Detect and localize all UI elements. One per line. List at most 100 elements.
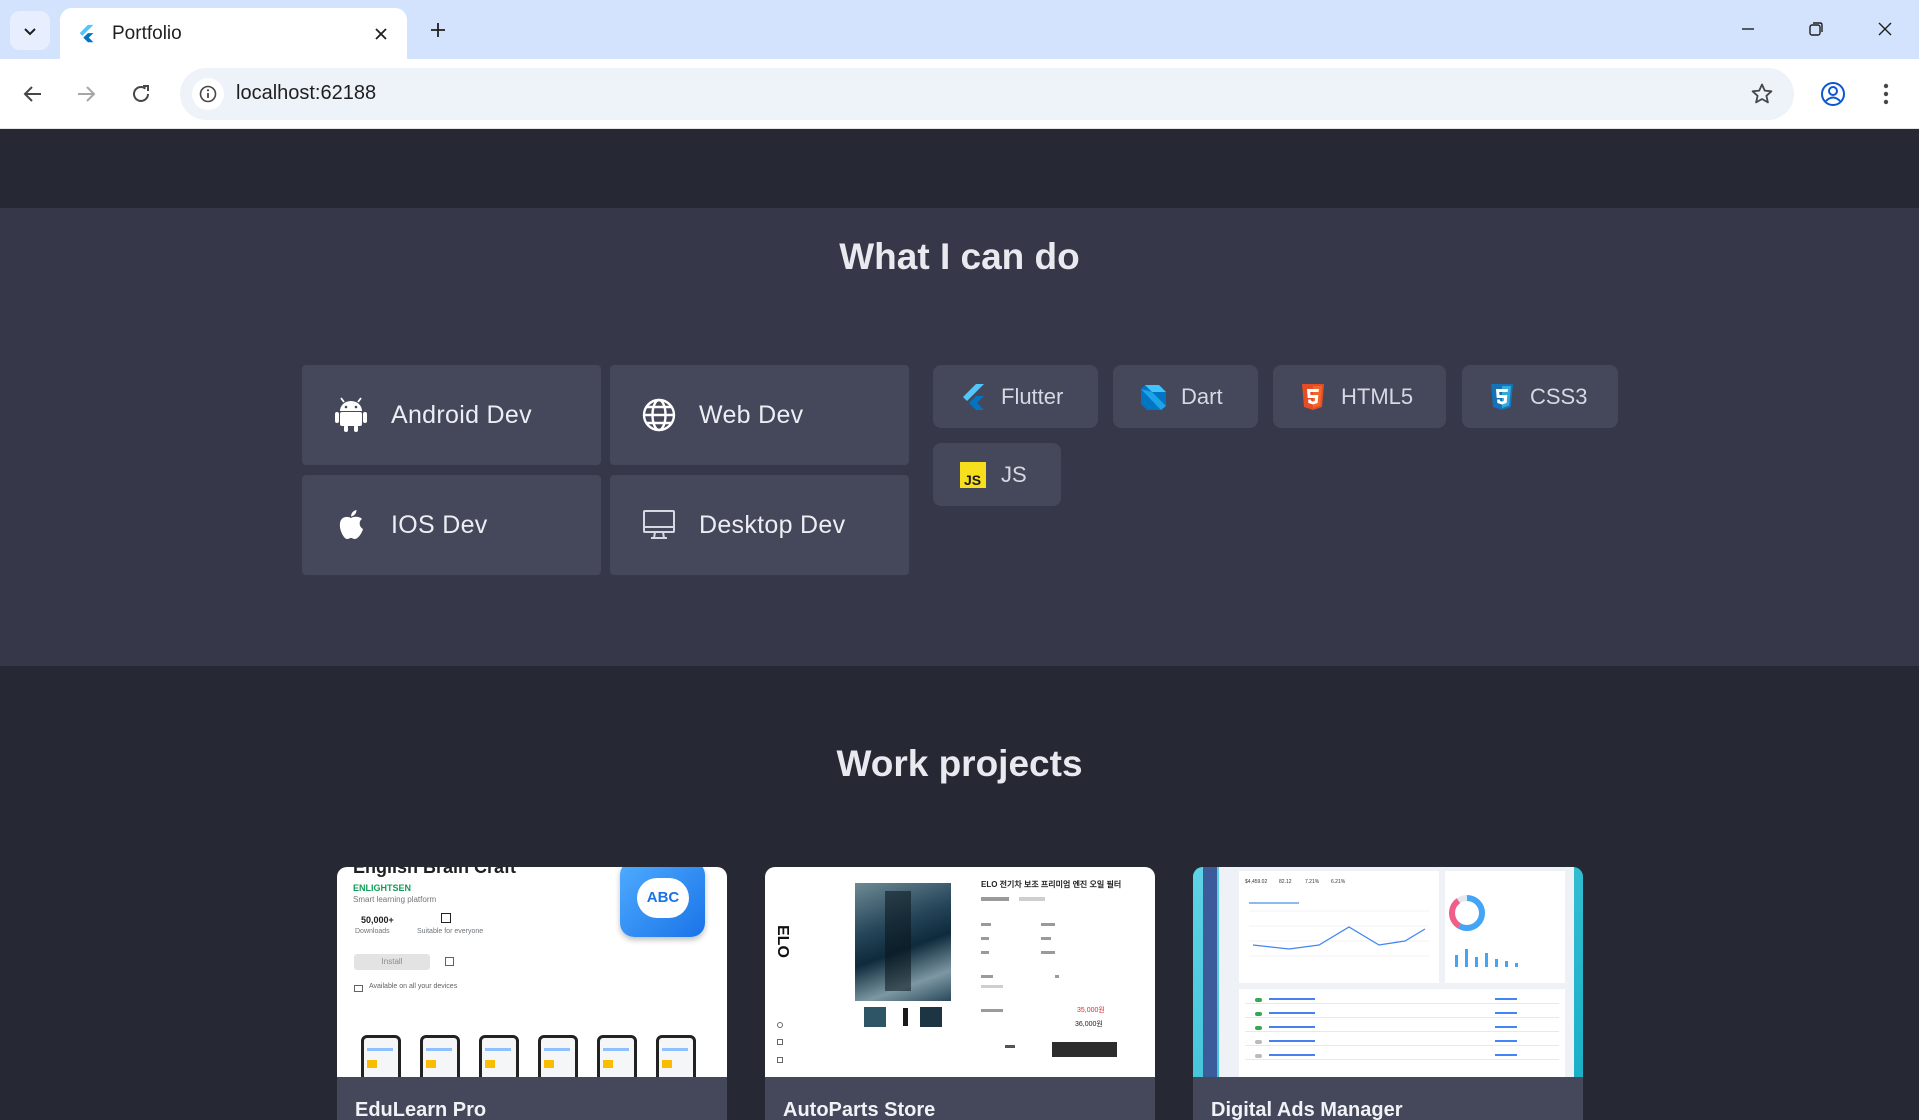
address-bar[interactable]: localhost:62188	[180, 68, 1794, 120]
service-label: Web Dev	[699, 400, 804, 429]
product-image	[855, 883, 951, 1001]
html5-icon	[1299, 383, 1327, 411]
detail-line	[981, 923, 991, 926]
age-rating-icon	[441, 913, 451, 923]
project-card-digital-ads[interactable]: $4,459.02 82.12 7.21% 6.21% Digital Ads …	[1193, 867, 1583, 1120]
skills-title: What I can do	[839, 236, 1080, 277]
phone-screenshot	[656, 1035, 696, 1077]
chip-label: Flutter	[1001, 383, 1064, 409]
minimize-icon[interactable]	[1725, 12, 1771, 46]
preview-tagline: Smart learning platform	[353, 895, 437, 904]
chip-css3[interactable]: CSS3	[1462, 365, 1618, 428]
table-row	[1245, 1026, 1559, 1032]
browser-tab[interactable]: Portfolio	[60, 8, 407, 59]
detail-line	[981, 937, 989, 940]
flutter-favicon-icon	[79, 24, 94, 42]
window-close-icon[interactable]	[1862, 12, 1908, 46]
project-card-autoparts[interactable]: ELO ELO 전기차 보조 프리미엄 엔진 오일 필터 35,000원 36,…	[765, 867, 1155, 1120]
project-title: EduLearn Pro	[355, 1099, 487, 1120]
detail-line	[1019, 897, 1045, 901]
table-row	[1245, 998, 1559, 1004]
globe-icon	[641, 397, 677, 433]
preview-brand: ELO	[774, 925, 791, 958]
detail-line	[981, 1009, 1003, 1012]
page-content: What I can do Android Dev Web Dev IOS De…	[0, 130, 1919, 1120]
project-thumbnail: ELO ELO 전기차 보조 프리미엄 엔진 오일 필터 35,000원 36,…	[765, 867, 1155, 1077]
chip-label: CSS3	[1530, 383, 1588, 409]
chip-dart[interactable]: Dart	[1113, 365, 1258, 428]
thumb-1	[864, 1007, 886, 1027]
app-logo: ABC	[620, 867, 705, 937]
bookmark-star-icon[interactable]	[1748, 80, 1776, 108]
side-icon	[777, 1057, 783, 1063]
thumb-2	[903, 1008, 908, 1026]
more-menu-icon[interactable]	[1868, 76, 1904, 112]
chip-html5[interactable]: HTML5	[1273, 365, 1446, 428]
preview-downloads-label: Downloads	[355, 928, 390, 935]
restore-icon[interactable]	[1793, 12, 1839, 46]
service-desktop[interactable]: Desktop Dev	[610, 475, 909, 575]
service-ios[interactable]: IOS Dev	[302, 475, 601, 575]
profile-icon[interactable]	[1815, 76, 1851, 112]
skills-section: What I can do Android Dev Web Dev IOS De…	[0, 208, 1919, 666]
detail-line	[1041, 937, 1051, 940]
phone-screenshot	[479, 1035, 519, 1077]
preview-app-name: English Brain Craft	[353, 867, 517, 877]
detail-line	[981, 897, 1009, 901]
forward-arrow-icon[interactable]	[68, 76, 104, 112]
new-tab-plus-icon[interactable]	[422, 14, 454, 46]
logo-text: ABC	[637, 878, 689, 918]
service-android[interactable]: Android Dev	[302, 365, 601, 465]
svg-text:JS: JS	[964, 472, 981, 488]
preview-price: 35,000원	[1077, 1007, 1105, 1014]
browser-toolbar: localhost:62188	[0, 59, 1919, 129]
device-icon	[354, 985, 363, 992]
donut-chart-graphic	[1449, 895, 1518, 967]
detail-line	[981, 951, 989, 954]
line-chart-panel: $4,459.02 82.12 7.21% 6.21%	[1239, 871, 1439, 983]
side-icon	[777, 1022, 783, 1028]
phone-screenshot	[538, 1035, 578, 1077]
preview-devices-label: Available on all your devices	[369, 983, 458, 990]
table-row	[1245, 1054, 1559, 1060]
qty-control	[1005, 1045, 1015, 1048]
service-web[interactable]: Web Dev	[610, 365, 909, 465]
chip-label: Dart	[1181, 383, 1223, 409]
service-label: IOS Dev	[391, 510, 488, 539]
phone-screenshot	[420, 1035, 460, 1077]
flutter-icon	[959, 383, 987, 411]
project-thumbnail: $4,459.02 82.12 7.21% 6.21%	[1193, 867, 1583, 1077]
detail-line	[1041, 923, 1055, 926]
table-row	[1245, 1040, 1559, 1046]
tab-close-icon[interactable]	[369, 22, 393, 46]
thumb-3	[920, 1007, 942, 1027]
table-row	[1245, 1012, 1559, 1018]
preview-buy-button	[1052, 1042, 1117, 1057]
site-info-icon[interactable]	[192, 78, 224, 110]
wishlist-icon	[445, 957, 454, 966]
javascript-icon: JS	[959, 461, 987, 489]
service-label: Desktop Dev	[699, 510, 846, 539]
apple-icon	[333, 507, 369, 543]
css3-icon	[1488, 383, 1516, 411]
chevron-down-icon	[24, 27, 36, 35]
chip-label: JS	[1001, 461, 1027, 487]
back-arrow-icon[interactable]	[15, 76, 51, 112]
tab-search-button[interactable]	[10, 11, 50, 50]
line-chart-graphic	[1249, 902, 1429, 957]
detail-line	[1055, 975, 1059, 978]
preview-install-button: Install	[354, 954, 430, 970]
chip-flutter[interactable]: Flutter	[933, 365, 1098, 428]
browser-tab-strip: Portfolio	[0, 0, 1919, 59]
project-card-edulearn[interactable]: English Brain Craft ENLIGHTSEN Smart lea…	[337, 867, 727, 1120]
reload-icon[interactable]	[123, 76, 159, 112]
detail-line	[981, 975, 993, 978]
url-text: localhost:62188	[236, 82, 377, 104]
phone-screenshot	[361, 1035, 401, 1077]
projects-title: Work projects	[836, 743, 1083, 784]
project-thumbnail: English Brain Craft ENLIGHTSEN Smart lea…	[337, 867, 727, 1077]
detail-line	[981, 985, 1003, 988]
preview-downloads: 50,000+	[361, 915, 394, 925]
chip-label: HTML5	[1341, 383, 1414, 409]
chip-js[interactable]: JS JS	[933, 443, 1061, 506]
